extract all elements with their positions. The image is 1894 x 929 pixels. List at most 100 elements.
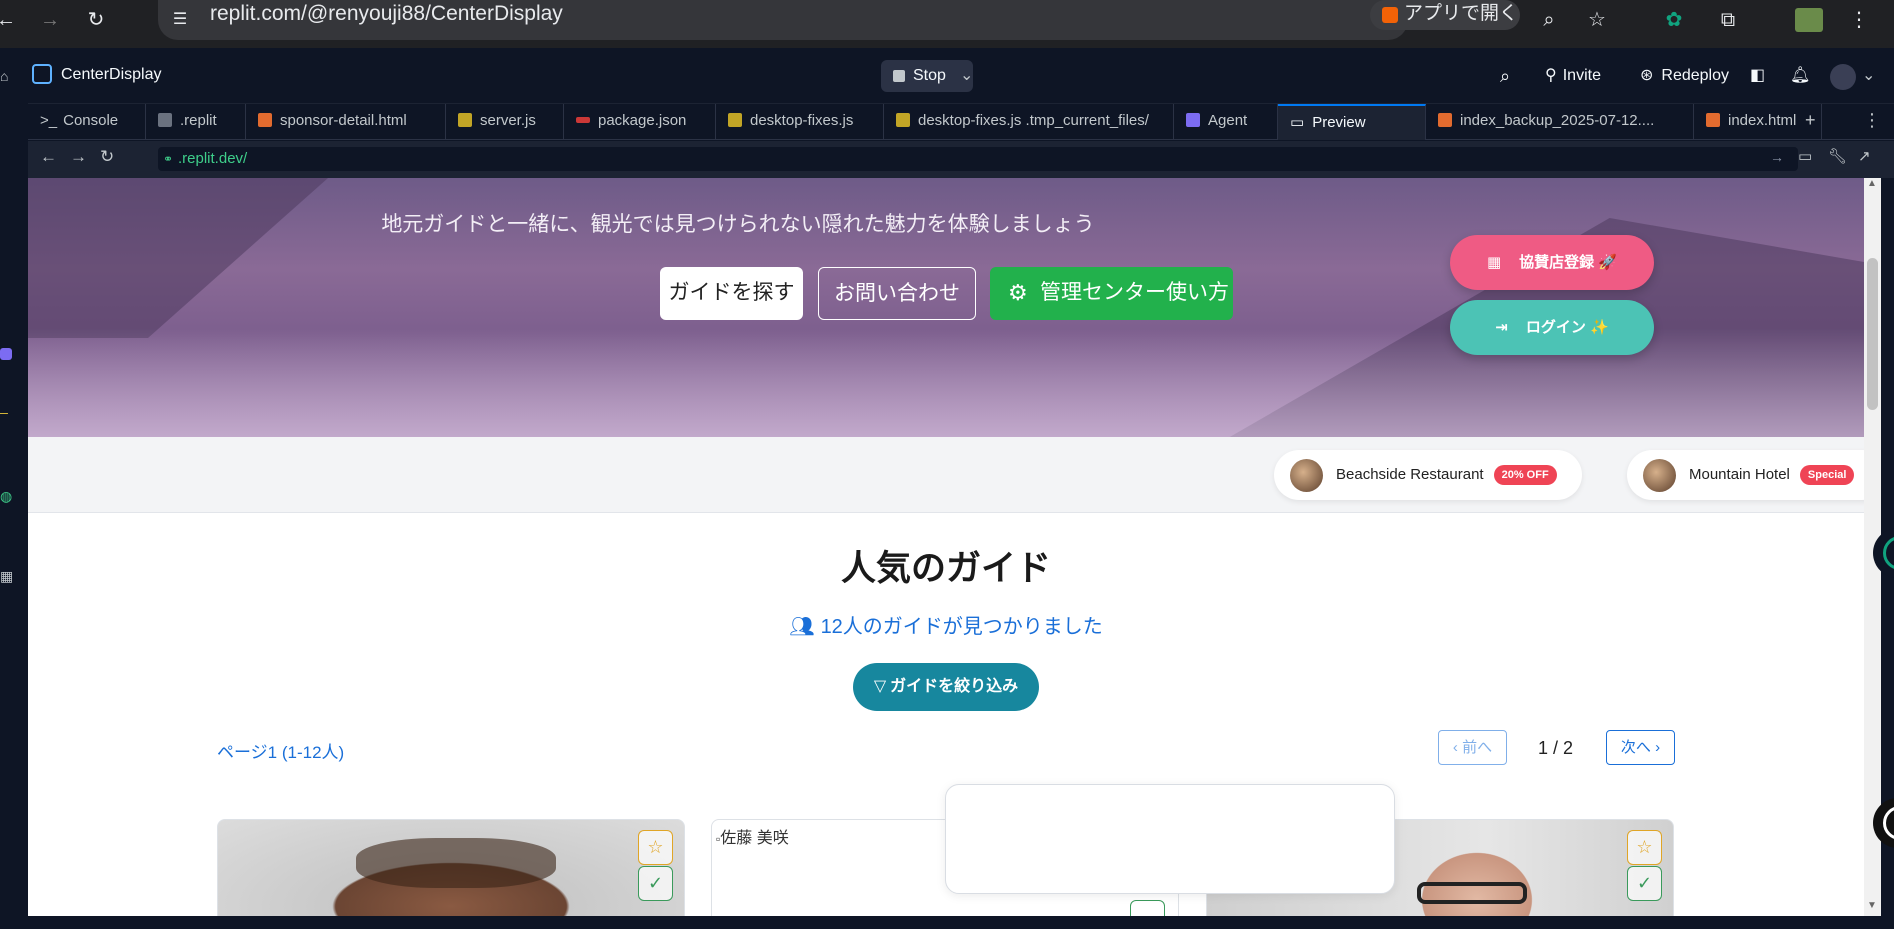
tab-desktop-fixes[interactable]: desktop-fixes.js: [716, 104, 884, 140]
agent-icon[interactable]: [0, 348, 12, 360]
npm-file-icon: [576, 117, 590, 123]
section-title: 人気のガイド: [840, 549, 1051, 588]
favorite-star-icon[interactable]: ☆: [1627, 830, 1662, 865]
login-icon: ⇥: [1495, 319, 1508, 336]
left-tool-strip: ⌂ _ ◍ ▦: [0, 48, 28, 929]
sponsor-ticker: Beachside Restaurant 20% OFF Mountain Hot…: [28, 437, 1864, 513]
bookmark-star-icon[interactable]: ☆: [1583, 6, 1611, 34]
prev-label: 前へ: [1462, 739, 1493, 756]
prev-page-button[interactable]: ‹ 前へ: [1438, 730, 1507, 765]
next-page-button[interactable]: 次へ ›: [1606, 730, 1675, 765]
login-label: ログイン: [1525, 319, 1586, 336]
back-icon[interactable]: ←: [0, 6, 20, 34]
search-icon[interactable]: ⌕: [1500, 60, 1510, 92]
html-file-icon: [1438, 113, 1452, 127]
workspace-header: CenterDisplay Stop ⌄ ⌕ ⚲ Invite ⊛ Redeploy…: [0, 48, 1894, 104]
user-avatar[interactable]: [1830, 64, 1856, 90]
tab-label: server.js: [480, 112, 536, 129]
guide-card[interactable]: ☆ ✓: [217, 819, 685, 916]
deploy-icon: ⊛: [1640, 67, 1654, 84]
new-tab-plus-icon[interactable]: +: [1805, 110, 1816, 131]
tab-label: Preview: [1312, 114, 1366, 131]
tab-label: index_backup_2025-07-12....: [1460, 112, 1655, 129]
menu-kebab-icon[interactable]: ⋮: [1845, 6, 1873, 34]
open-in-app-button[interactable]: アプリで開く: [1370, 0, 1520, 30]
sponsor-name: Beachside Restaurant: [1336, 466, 1484, 483]
device-view-icon[interactable]: ▭: [1798, 147, 1812, 165]
tab-sponsor-detail[interactable]: sponsor-detail.html: [246, 104, 446, 140]
preview-reload-icon[interactable]: ↻: [100, 147, 114, 167]
deployments-icon[interactable]: ◧: [1750, 60, 1765, 92]
tab-index-html[interactable]: index.html: [1694, 104, 1822, 140]
devtools-wrench-icon[interactable]: 🔧︎: [1828, 147, 1847, 165]
verified-check-icon[interactable]: ✓: [1627, 866, 1662, 901]
contact-button[interactable]: お問い合わせ: [818, 267, 976, 320]
login-button[interactable]: ⇥ ログイン ✨: [1450, 300, 1654, 355]
tab-preview[interactable]: ▭ Preview: [1278, 104, 1426, 140]
sponsor-register-button[interactable]: ▦ 協賛店登録 🚀: [1450, 235, 1654, 290]
admin-guide-label: 管理センター使い方: [1040, 281, 1229, 304]
profile-avatar[interactable]: [1795, 8, 1823, 32]
link-icon: ⚭: [163, 152, 174, 166]
add-user-icon: ⚲: [1545, 67, 1557, 84]
extensions-icon[interactable]: ⧉: [1714, 6, 1742, 34]
preview-url-input[interactable]: ⚭ .replit.dev/: [158, 147, 1798, 171]
store-icon: ▦: [1486, 254, 1502, 271]
shell-icon[interactable]: _: [0, 398, 8, 414]
sponsor-card[interactable]: Beachside Restaurant 20% OFF: [1274, 450, 1582, 500]
sponsor-avatar: [1643, 459, 1676, 492]
reload-icon[interactable]: ↻: [82, 6, 110, 34]
home-icon[interactable]: ⌂: [0, 68, 8, 84]
zoom-icon[interactable]: ⌕: [1535, 6, 1563, 34]
preview-forward-icon[interactable]: →: [70, 147, 87, 167]
glasses-shape: [1417, 882, 1527, 904]
notification-popup: [945, 784, 1395, 894]
open-new-window-icon[interactable]: ↗: [1858, 147, 1871, 165]
sponsor-card[interactable]: Mountain Hotel Special: [1627, 450, 1864, 500]
database-icon[interactable]: ◍: [0, 488, 12, 505]
config-file-icon: [158, 113, 172, 127]
open-in-app-label: アプリで開く: [1404, 3, 1519, 24]
invite-button[interactable]: ⚲ Invite: [1545, 60, 1601, 92]
admin-guide-button[interactable]: ⚙ 管理センター使い方: [990, 267, 1233, 320]
verified-check-icon[interactable]: [1130, 900, 1165, 916]
favorite-star-icon[interactable]: ☆: [638, 830, 673, 865]
browser-toolbar: ← → ↻ ☰ replit.com/@renyouji88/CenterDis…: [0, 0, 1894, 48]
verified-check-icon[interactable]: ✓: [638, 866, 673, 901]
sponsor-avatar: [1290, 459, 1323, 492]
project-name[interactable]: CenterDisplay: [61, 66, 161, 84]
find-guide-button[interactable]: ガイドを探す: [660, 267, 803, 320]
redeploy-button[interactable]: ⊛ Redeploy: [1640, 60, 1729, 92]
tab-replit[interactable]: .replit: [146, 104, 246, 140]
scroll-up-arrow-icon[interactable]: ▲: [1867, 178, 1877, 189]
tab-agent[interactable]: Agent: [1174, 104, 1278, 140]
preview-back-icon[interactable]: ←: [40, 147, 57, 167]
tab-label: package.json: [598, 112, 687, 129]
tab-label: desktop-fixes.js .tmp_current_files/: [918, 112, 1149, 129]
forward-icon[interactable]: →: [36, 6, 64, 34]
tab-menu-icon[interactable]: ⋮: [1863, 110, 1881, 131]
tab-server-js[interactable]: server.js: [446, 104, 564, 140]
tab-label: Agent: [1208, 112, 1248, 129]
hero-section: 地元ガイドと一緒に、観光では見つけられない隠れた魅力を体験しましょう ガイドを探…: [28, 178, 1864, 438]
project-icon: [32, 64, 52, 84]
tab-package-json[interactable]: package.json: [564, 104, 716, 140]
console-icon: >_: [40, 112, 58, 129]
notifications-bell-icon[interactable]: 🔔︎: [1790, 60, 1810, 92]
scroll-down-arrow-icon[interactable]: ▼: [1867, 900, 1877, 911]
account-chevron-icon[interactable]: ⌄: [1862, 60, 1875, 92]
address-text[interactable]: replit.com/@renyouji88/CenterDisplay: [210, 1, 563, 27]
monitor-icon: ▭: [1290, 114, 1305, 131]
chatgpt-extension-icon[interactable]: ✿: [1660, 6, 1688, 34]
go-arrow-icon[interactable]: →: [1770, 149, 1784, 165]
filter-icon: ▽: [873, 678, 887, 695]
tab-console[interactable]: >_ Console: [28, 104, 146, 140]
rocket-icon: 🚀: [1598, 254, 1618, 271]
tab-desktop-fixes-tmp[interactable]: desktop-fixes.js .tmp_current_files/: [884, 104, 1174, 140]
scrollbar-thumb[interactable]: [1867, 258, 1878, 410]
filter-guides-button[interactable]: ▽ ガイドを絞り込み: [853, 663, 1039, 711]
tab-index-backup[interactable]: index_backup_2025-07-12....: [1426, 104, 1694, 140]
site-settings-icon[interactable]: ☰: [166, 6, 194, 34]
run-options-chevron-icon[interactable]: ⌄: [960, 60, 973, 92]
tools-icon[interactable]: ▦: [0, 568, 13, 585]
